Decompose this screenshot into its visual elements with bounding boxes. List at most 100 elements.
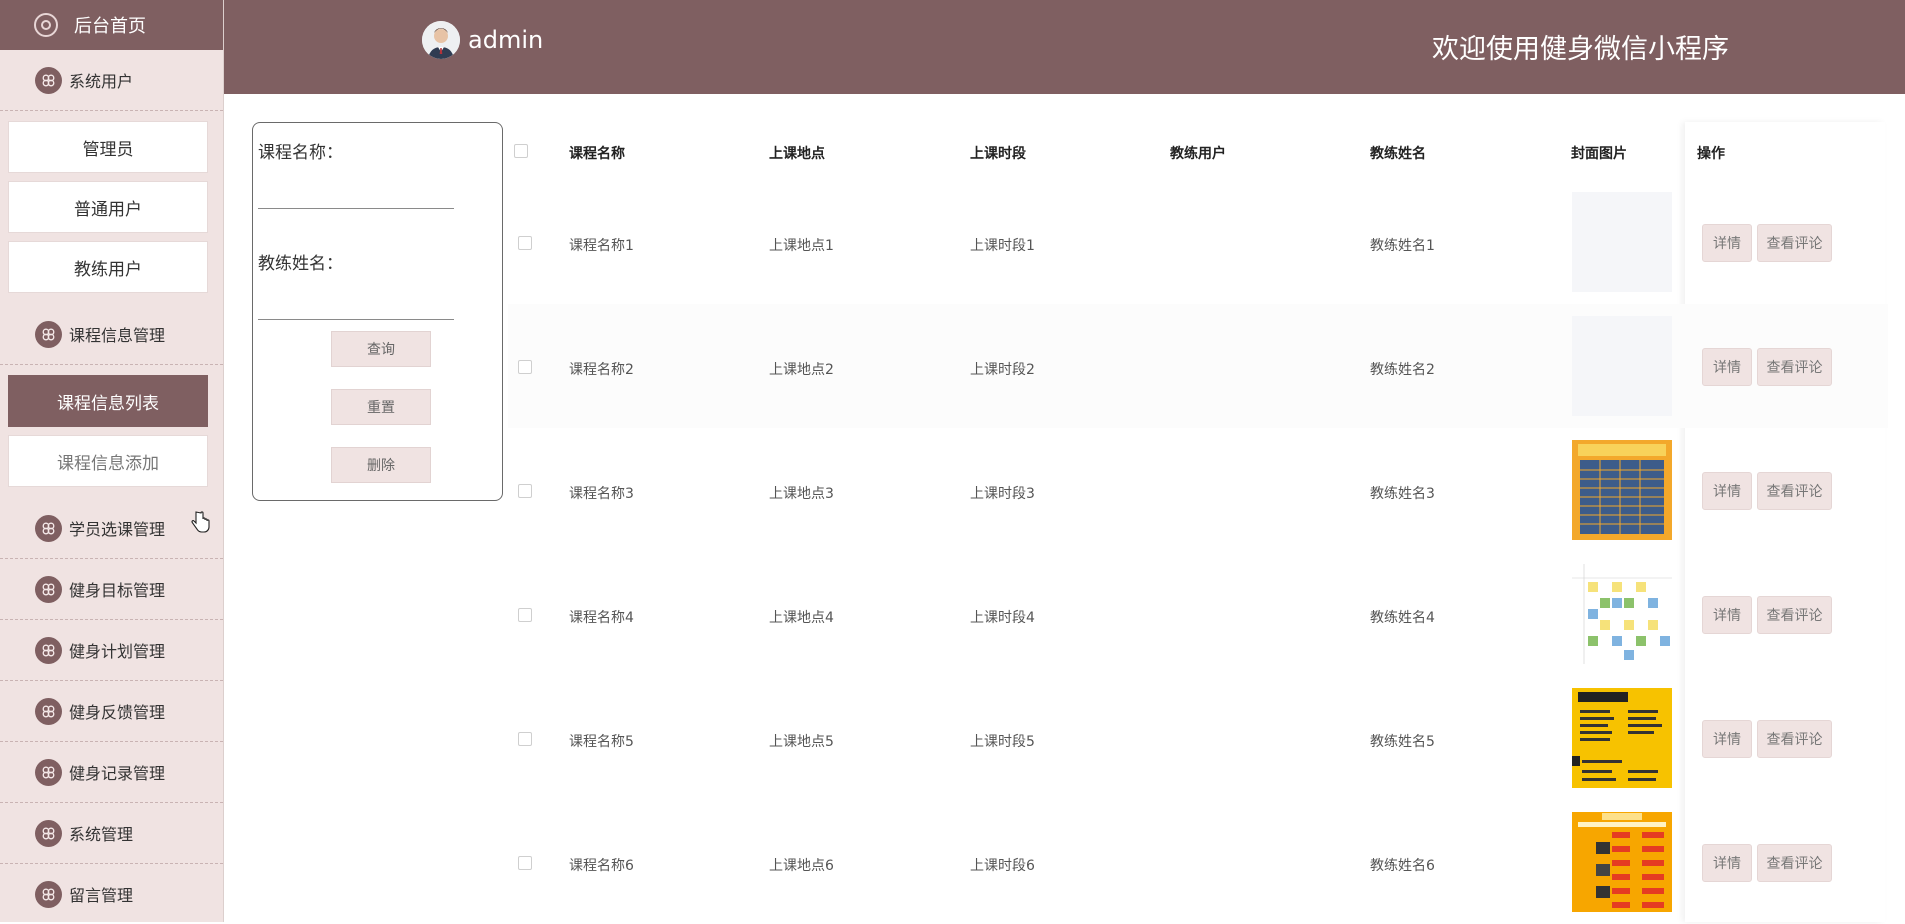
detail-button[interactable]: 详情	[1702, 224, 1752, 262]
menu-icon	[35, 819, 62, 847]
hand-cursor-icon	[191, 511, 210, 533]
table-row: 课程名称4 上课地点4 上课时段4 教练姓名4 详情 查看评论	[508, 552, 1888, 676]
col-period: 上课时段	[970, 146, 1026, 162]
cell-period: 上课时段6	[970, 858, 1035, 874]
coach-name-input[interactable]	[258, 292, 454, 320]
delete-button[interactable]: 删除	[331, 447, 431, 483]
cell-course-name: 课程名称4	[569, 610, 634, 626]
sidebar-item-feedback[interactable]: 健身反馈管理	[0, 681, 223, 742]
row-checkbox[interactable]	[518, 732, 532, 746]
view-comments-button[interactable]: 查看评论	[1757, 596, 1832, 634]
view-comments-button[interactable]: 查看评论	[1757, 472, 1832, 510]
cover-image	[1572, 564, 1672, 664]
view-comments-button[interactable]: 查看评论	[1757, 224, 1832, 262]
menu-icon	[35, 880, 62, 908]
sidebar-sub-coach-user[interactable]: 教练用户	[8, 241, 208, 293]
reset-button[interactable]: 重置	[331, 389, 431, 425]
view-comments-button[interactable]: 查看评论	[1757, 844, 1832, 882]
cell-coach-name: 教练姓名2	[1370, 362, 1435, 378]
sidebar-sub-admin[interactable]: 管理员	[8, 121, 208, 173]
cell-course-name: 课程名称6	[569, 858, 634, 874]
cell-course-name: 课程名称1	[569, 238, 634, 254]
home-icon	[34, 13, 58, 37]
cell-period: 上课时段3	[970, 486, 1035, 502]
cell-period: 上课时段5	[970, 734, 1035, 750]
row-checkbox[interactable]	[518, 484, 532, 498]
cell-coach-name: 教练姓名6	[1370, 858, 1435, 874]
query-button[interactable]: 查询	[331, 331, 431, 367]
cell-period: 上课时段2	[970, 362, 1035, 378]
sidebar-item-label: 健身记录管理	[69, 764, 166, 783]
cell-period: 上课时段1	[970, 238, 1035, 254]
menu-icon	[35, 66, 62, 94]
col-actions: 操作	[1697, 146, 1725, 162]
welcome-title: 欢迎使用健身微信小程序	[1432, 34, 1729, 65]
sidebar-sub-course-list[interactable]: 课程信息列表	[8, 375, 208, 427]
course-name-input[interactable]	[258, 181, 454, 209]
table-row: 课程名称1 上课地点1 上课时段1 教练姓名1 详情 查看评论	[508, 180, 1888, 304]
table-row: 课程名称3 上课地点3 上课时段3 教练姓名3 详情 查看评论	[508, 428, 1888, 552]
col-cover: 封面图片	[1571, 146, 1627, 162]
cover-image-placeholder	[1572, 316, 1672, 416]
cover-image	[1572, 440, 1672, 540]
sidebar-item-plans[interactable]: 健身计划管理	[0, 620, 223, 681]
sidebar-home[interactable]: 后台首页	[0, 0, 223, 50]
col-coach-name: 教练姓名	[1370, 146, 1426, 162]
row-checkbox[interactable]	[518, 360, 532, 374]
col-location: 上课地点	[769, 146, 825, 162]
detail-button[interactable]: 详情	[1702, 720, 1752, 758]
sidebar-item-label: 健身反馈管理	[69, 703, 166, 722]
view-comments-button[interactable]: 查看评论	[1757, 348, 1832, 386]
avatar[interactable]	[422, 21, 460, 59]
detail-button[interactable]: 详情	[1702, 472, 1752, 510]
cell-course-name: 课程名称5	[569, 734, 634, 750]
cell-location: 上课地点4	[769, 610, 834, 626]
cover-image-placeholder	[1572, 192, 1672, 292]
search-panel: 课程名称： 教练姓名： 查询 重置 删除	[252, 122, 503, 501]
cell-location: 上课地点6	[769, 858, 834, 874]
sidebar-item-records[interactable]: 健身记录管理	[0, 742, 223, 803]
sidebar-item-label: 课程信息管理	[69, 326, 166, 345]
sidebar-sub-normal-user[interactable]: 普通用户	[8, 181, 208, 233]
cell-location: 上课地点2	[769, 362, 834, 378]
sidebar-item-label: 留言管理	[69, 886, 134, 905]
cell-period: 上课时段4	[970, 610, 1035, 626]
menu-icon	[35, 697, 62, 725]
cell-location: 上课地点5	[769, 734, 834, 750]
detail-button[interactable]: 详情	[1702, 844, 1752, 882]
detail-button[interactable]: 详情	[1702, 348, 1752, 386]
select-all-checkbox[interactable]	[514, 144, 528, 158]
row-checkbox[interactable]	[518, 608, 532, 622]
sidebar-item-system[interactable]: 系统管理	[0, 803, 223, 864]
sidebar: 后台首页 系统用户 管理员 普通用户 教练用户 课程信息管理 课程信息列表 课程…	[0, 0, 224, 922]
sidebar-item-messages[interactable]: 留言管理	[0, 864, 223, 922]
cell-course-name: 课程名称3	[569, 486, 634, 502]
sidebar-item-label: 系统用户	[69, 72, 134, 91]
menu-icon	[35, 575, 62, 603]
detail-button[interactable]: 详情	[1702, 596, 1752, 634]
menu-icon	[35, 758, 62, 786]
cell-coach-name: 教练姓名5	[1370, 734, 1435, 750]
sidebar-home-label: 后台首页	[74, 16, 146, 37]
row-checkbox[interactable]	[518, 856, 532, 870]
view-comments-button[interactable]: 查看评论	[1757, 720, 1832, 758]
sidebar-item-system-users[interactable]: 系统用户	[0, 50, 223, 111]
table-header: 课程名称 上课地点 上课时段 教练用户 教练姓名 封面图片 操作	[508, 122, 1888, 180]
row-checkbox[interactable]	[518, 236, 532, 250]
sidebar-item-course-management[interactable]: 课程信息管理	[0, 304, 223, 365]
cell-coach-name: 教练姓名1	[1370, 238, 1435, 254]
submenu-users: 管理员 普通用户 教练用户	[0, 111, 223, 304]
sidebar-sub-course-add[interactable]: 课程信息添加	[8, 435, 208, 487]
cover-image	[1572, 688, 1672, 788]
cell-location: 上课地点1	[769, 238, 834, 254]
cell-location: 上课地点3	[769, 486, 834, 502]
menu-icon	[35, 636, 62, 664]
table-row: 课程名称6 上课地点6 上课时段6 教练姓名6 详情 查看评论	[508, 800, 1888, 924]
cell-coach-name: 教练姓名4	[1370, 610, 1435, 626]
sidebar-item-goals[interactable]: 健身目标管理	[0, 559, 223, 620]
col-course-name: 课程名称	[569, 146, 625, 162]
sidebar-item-label: 健身计划管理	[69, 642, 166, 661]
coach-name-label: 教练姓名：	[258, 254, 343, 274]
sidebar-item-label: 健身目标管理	[69, 581, 166, 600]
table-row: 课程名称5 上课地点5 上课时段5 教练姓名5 详情 查看评论	[508, 676, 1888, 800]
